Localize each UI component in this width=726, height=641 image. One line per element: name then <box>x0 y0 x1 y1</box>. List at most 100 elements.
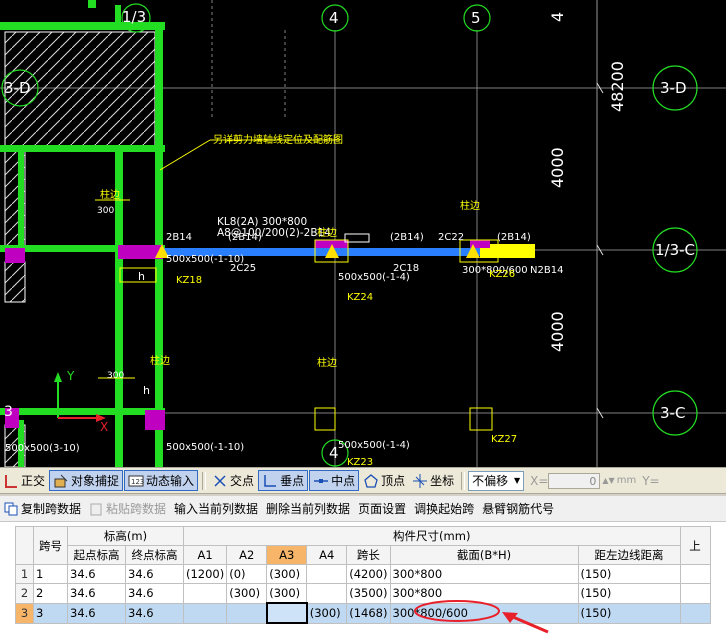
row-number[interactable]: 2 <box>15 583 34 604</box>
cell-a2[interactable]: (300) <box>226 583 268 604</box>
cell-span[interactable]: 1 <box>33 564 68 584</box>
col-a4[interactable]: A4 <box>306 545 348 565</box>
cell-distance[interactable]: (150) <box>577 583 681 604</box>
dyn-input-toggle[interactable]: 123 动态输入 <box>124 470 199 491</box>
cell-up[interactable] <box>679 583 711 604</box>
intersection-icon <box>212 473 228 489</box>
svg-text:123: 123 <box>131 478 144 486</box>
coordinate-snap[interactable]: 坐标 <box>409 470 457 491</box>
cell-a2[interactable] <box>226 602 268 624</box>
swap-start-label: 调换起始跨 <box>414 502 475 516</box>
col-span-no[interactable]: 跨号 <box>33 526 68 565</box>
col-span-length[interactable]: 跨长 <box>346 545 391 565</box>
cad-drawing-canvas[interactable]: 1/3 4 5 4 4 48200 4000 4000 3-D 3-D 1/3-… <box>0 0 726 467</box>
delete-column-button[interactable]: 删除当前列数据 <box>262 499 354 519</box>
cell-length[interactable]: (3500) <box>346 583 391 604</box>
col-size-d: 500x500(-1-4) <box>338 440 410 451</box>
cell-a4[interactable] <box>306 564 348 584</box>
cell-start[interactable]: 34.6 <box>67 602 126 624</box>
wall-hatch-3 <box>4 261 26 303</box>
table-row-selected[interactable]: 3 3 34.6 34.6 (300) (1468) 300*800/600 (… <box>15 602 711 624</box>
intersection-label: 交点 <box>230 474 255 488</box>
separator <box>461 471 466 490</box>
copy-span-button[interactable]: 复制跨数据 <box>0 499 85 519</box>
col-end-elev[interactable]: 终点标高 <box>125 545 184 565</box>
cell-end[interactable]: 34.6 <box>125 583 184 604</box>
cell-start[interactable]: 34.6 <box>67 564 126 584</box>
table-row[interactable]: 2 2 34.6 34.6 (300) (300) (3500) 300*800… <box>15 583 711 604</box>
row-number[interactable]: 1 <box>15 564 34 584</box>
cell-distance[interactable]: (150) <box>577 564 681 584</box>
col-start-elev[interactable]: 起点标高 <box>67 545 126 565</box>
cell-start[interactable]: 34.6 <box>67 583 126 604</box>
x-spinner-icon[interactable]: ▲▼ <box>602 476 614 485</box>
col-section[interactable]: 截面(B*H) <box>389 545 579 565</box>
cell-a1[interactable] <box>182 602 228 624</box>
group-size: 构件尺寸(mm) <box>183 526 681 546</box>
offset-select[interactable]: 不偏移 ▼ <box>468 470 525 491</box>
osnap-label: 对象捕捉 <box>71 474 120 488</box>
copy-icon <box>4 502 18 516</box>
separator <box>202 471 207 490</box>
cell-a2[interactable]: (0) <box>226 564 268 584</box>
cell-length[interactable]: (4200) <box>346 564 391 584</box>
kz18-label: KZ18 <box>176 275 203 286</box>
vertex-icon <box>363 473 379 489</box>
beam-rebar-left: (2B14) <box>228 232 262 243</box>
dim-top: 4 <box>548 11 567 22</box>
ucs-y-label: Y <box>67 369 75 383</box>
perpendicular-snap[interactable]: 垂点 <box>258 470 309 491</box>
intersection-snap[interactable]: 交点 <box>209 470 257 491</box>
dim-300-b: 300 <box>107 371 125 381</box>
swap-start-button[interactable]: 调换起始跨 <box>410 499 478 519</box>
table-row[interactable]: 1 1 34.6 34.6 (1200) (0) (300) (4200) 30… <box>15 564 711 584</box>
col-a1[interactable]: A1 <box>182 545 228 565</box>
cantilever-code-button[interactable]: 悬臂钢筋代号 <box>478 499 558 519</box>
cantilever-code-label: 悬臂钢筋代号 <box>482 502 555 516</box>
cell-a3[interactable]: (300) <box>266 583 308 604</box>
cell-section[interactable]: 300*800/600 <box>389 602 579 624</box>
osnap-toggle[interactable]: 对象捕捉 <box>49 470 124 491</box>
dyn-input-icon: 123 <box>128 473 144 489</box>
col-up[interactable]: 上 <box>679 526 711 565</box>
paste-span-button[interactable]: 粘贴跨数据 <box>85 499 170 519</box>
cell-a4[interactable] <box>306 583 348 604</box>
input-column-button[interactable]: 输入当前列数据 <box>170 499 262 519</box>
col-left-distance[interactable]: 距左边线距离 <box>577 545 681 565</box>
x-label: X= <box>530 473 549 488</box>
cell-end[interactable]: 34.6 <box>125 602 184 624</box>
cell-section[interactable]: 300*800 <box>389 564 579 584</box>
x-input[interactable]: 0 <box>548 472 601 489</box>
ortho-toggle[interactable]: 正交 <box>0 470 48 491</box>
col-a3[interactable]: A3 <box>266 545 308 565</box>
span-table: 跨号 标高(m) 构件尺寸(mm) 上 起点标高 终点标高 A1 A2 A3 A… <box>15 526 711 624</box>
cell-a3-editing[interactable] <box>265 602 308 624</box>
zhubian-3: 柱边 <box>460 201 480 212</box>
cell-length[interactable]: (1468) <box>346 602 391 624</box>
rebar-2b14-mid: (2B14) <box>390 232 424 243</box>
cell-a1[interactable] <box>182 583 228 604</box>
row-number[interactable]: 3 <box>15 602 34 624</box>
rebar-2b14: 2B14 <box>166 232 192 243</box>
cell-section[interactable]: 300*800 <box>389 583 579 604</box>
axis-label-5-top: 5 <box>471 9 481 27</box>
kz27-label: KZ27 <box>491 434 518 445</box>
page-setup-button[interactable]: 页面设置 <box>354 499 410 519</box>
cell-span[interactable]: 3 <box>33 602 68 624</box>
axis-label-13c: 1/3-C <box>655 241 696 259</box>
col-a2[interactable]: A2 <box>226 545 268 565</box>
cell-distance[interactable]: (150) <box>577 602 681 624</box>
cell-a3[interactable]: (300) <box>266 564 308 584</box>
cell-span[interactable]: 2 <box>33 583 68 604</box>
chevron-down-icon: ▼ <box>513 476 521 485</box>
midpoint-snap[interactable]: 中点 <box>309 470 360 491</box>
zhubian-5: 柱边 <box>150 356 170 367</box>
rebar-n2b14: N2B14 <box>530 265 564 276</box>
ucs-x-label: X <box>100 420 109 434</box>
cell-up[interactable] <box>679 602 711 624</box>
cell-up[interactable] <box>679 564 711 584</box>
cell-a4[interactable]: (300) <box>306 602 348 624</box>
vertex-snap[interactable]: 顶点 <box>360 470 408 491</box>
cell-a1[interactable]: (1200) <box>182 564 228 584</box>
cell-end[interactable]: 34.6 <box>125 564 184 584</box>
